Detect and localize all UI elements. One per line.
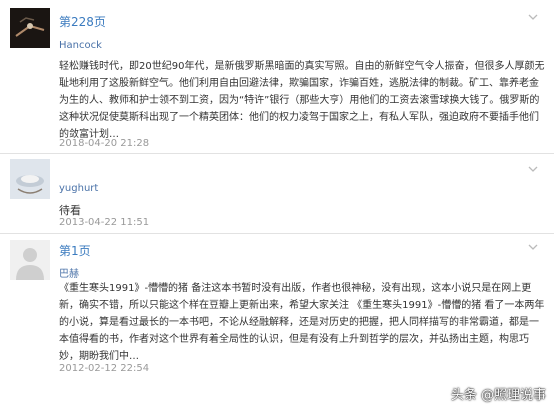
avatar[interactable] [10,159,50,199]
author-name[interactable]: Hancock [59,40,102,51]
avatar[interactable] [10,8,50,48]
comment-text: 轻松赚钱时代，即20世纪90年代，是新俄罗斯黑暗面的真实写照。自由的新鲜空气令人… [59,61,545,140]
watermark: 头条 @照理说事 [450,388,546,403]
timestamp: 2012-02-12 22:54 [59,363,150,374]
avatar[interactable] [10,240,50,280]
timestamp: 2018-04-20 21:28 [59,138,150,149]
avatar-image [10,159,50,199]
comment-item: yughurt 待看 2013-04-22 11:51 [0,154,554,228]
timestamp: 2013-04-22 11:51 [59,217,150,228]
chevron-down-icon[interactable] [528,12,538,22]
page-link[interactable]: 第228页 [59,13,106,30]
author-name[interactable]: yughurt [59,183,98,194]
comment-item: 第228页 Hancock 轻松赚钱时代，即20世纪90年代，是新俄罗斯黑暗面的… [0,0,554,152]
chevron-down-icon[interactable] [528,164,538,174]
avatar-image [10,8,50,48]
user-placeholder-icon [10,240,50,280]
author-name[interactable]: 巴赫 [59,265,79,280]
page-link[interactable]: 第1页 [59,242,91,259]
comment-text: 《重生寒头1991》-懵懵的猪 备注这本书暂时没有出版，作者也很神秘，没有出现，… [59,283,545,362]
comment-item: 第1页 巴赫 《重生寒头1991》-懵懵的猪 备注这本书暂时没有出版，作者也很神… [0,234,554,384]
chevron-down-icon[interactable] [528,242,538,252]
